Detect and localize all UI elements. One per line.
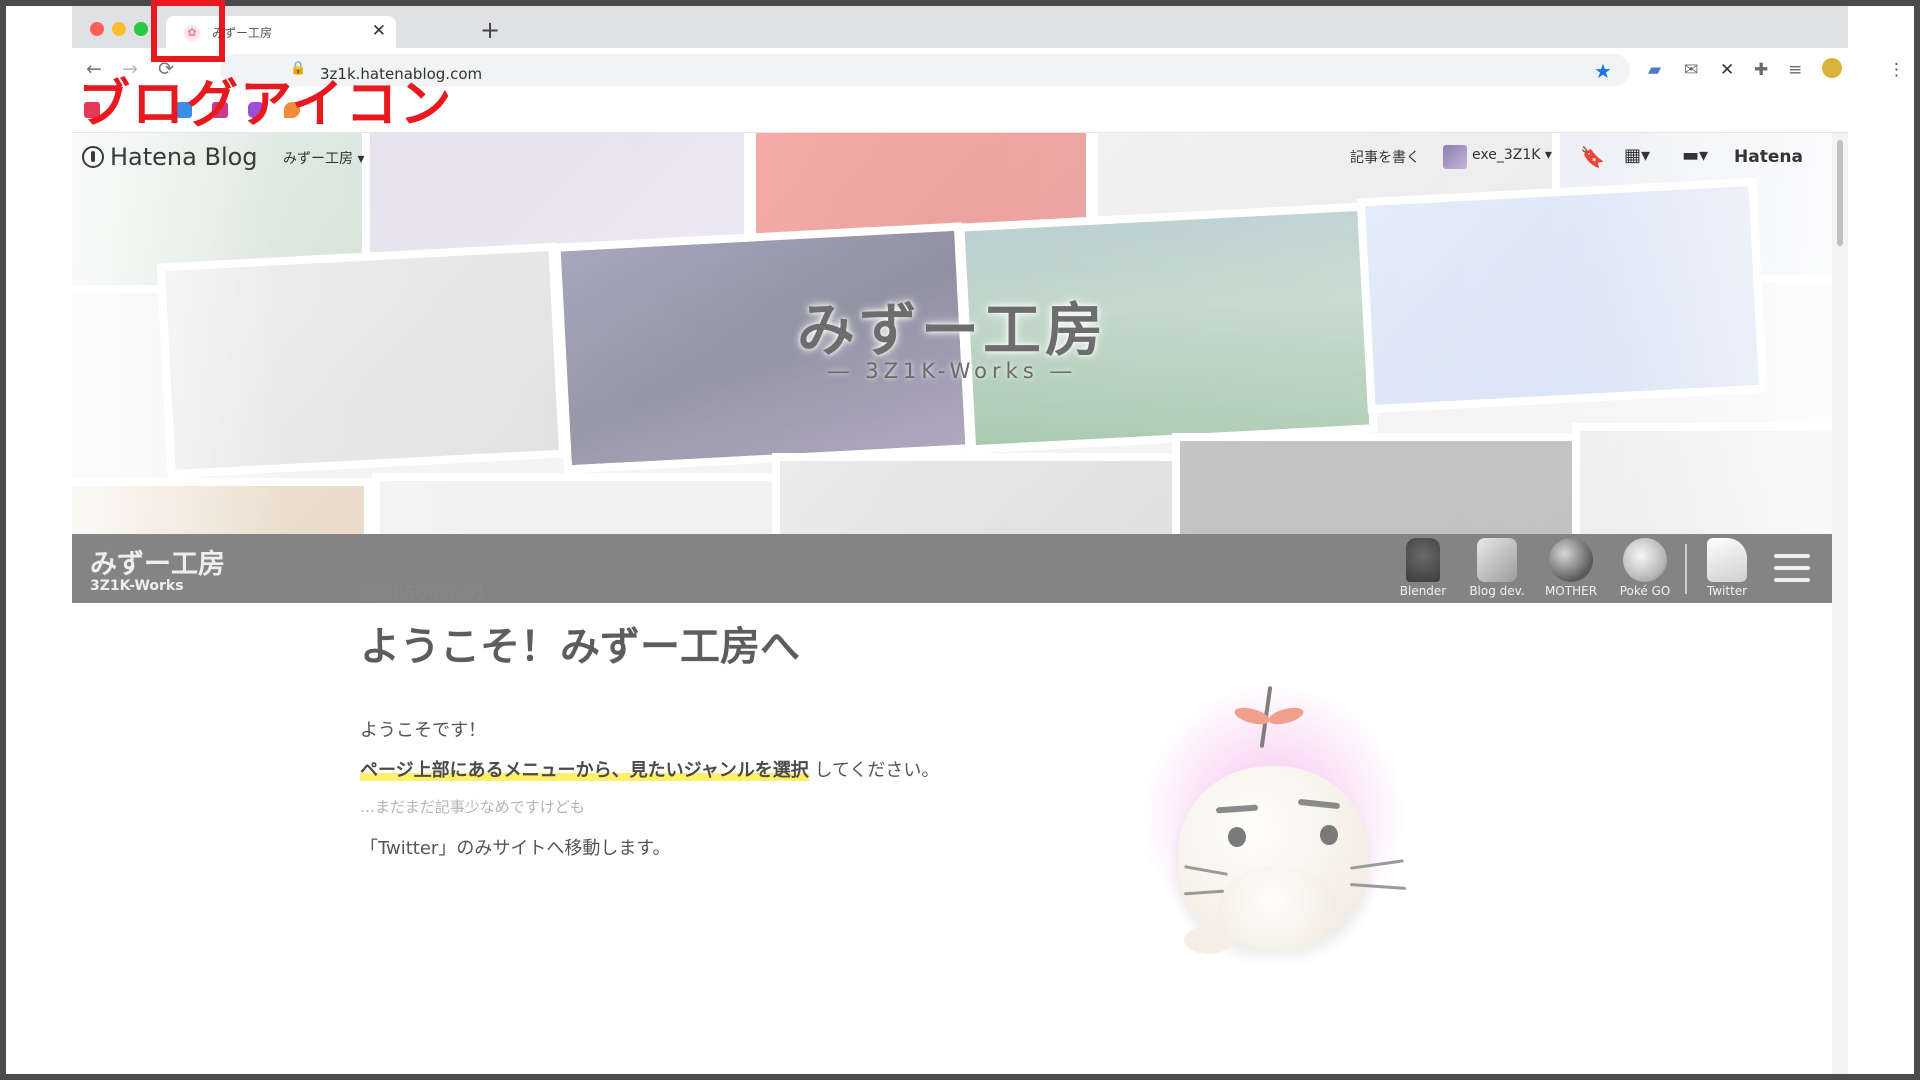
hatena-logo-icon xyxy=(82,146,104,168)
lantern-icon xyxy=(1406,538,1440,582)
post-text: してください。 xyxy=(814,760,940,781)
web-page: みずー工房 ― 3Z1K-Works ― Hatena Blog みずー工房 ▾… xyxy=(72,133,1832,1075)
post-date-text: 2050-01-01 xyxy=(381,583,487,604)
post-note: …まだまだ記事少なめですけども xyxy=(360,798,585,816)
scrollbar-thumb[interactable] xyxy=(1837,140,1843,246)
hatena-blog-logo-text: Hatena Blog xyxy=(110,143,258,171)
write-article-link[interactable]: 記事を書く xyxy=(1350,147,1420,167)
close-window-button[interactable] xyxy=(90,22,104,36)
notifications-icon[interactable]: ▬▾ xyxy=(1682,145,1708,166)
browser-tabstrip: ✿ みずー工房 ✕ + xyxy=(72,6,1848,48)
more-icon[interactable]: ⋮ xyxy=(1888,60,1905,80)
mail-icon[interactable]: ✉ xyxy=(1684,60,1698,80)
site-title[interactable]: みずー工房 xyxy=(90,542,225,581)
nav-blog-dev[interactable]: Blog dev. xyxy=(1462,538,1532,598)
nav-twitter[interactable]: Twitter xyxy=(1692,538,1762,598)
nav-label: Blog dev. xyxy=(1469,584,1525,598)
zoom-window-button[interactable] xyxy=(134,22,148,36)
puzzle-icon[interactable]: ✚ xyxy=(1754,60,1768,80)
mascot-eye xyxy=(1228,827,1246,847)
nav-label: Twitter xyxy=(1706,584,1748,598)
nav-label: Poké GO xyxy=(1619,584,1671,598)
pen-icon xyxy=(1477,538,1517,582)
mascot-paw xyxy=(1184,926,1232,954)
star-icon[interactable]: ★ xyxy=(1594,59,1612,83)
new-tab-button[interactable]: + xyxy=(480,16,500,44)
post-paragraph: ページ上部にあるメニューから、見たいジャンルを選択 してください。 xyxy=(360,756,939,782)
globe-icon xyxy=(1549,538,1593,582)
user-menu-dropdown[interactable]: exe_3Z1K ▾ xyxy=(1472,147,1552,163)
tool-icon[interactable]: ✕ xyxy=(1720,60,1734,80)
profile-icon[interactable] xyxy=(1822,58,1842,78)
minimize-window-button[interactable] xyxy=(112,22,126,36)
mascot-eye xyxy=(1320,825,1338,845)
annotation-box xyxy=(151,0,225,62)
annotation-label: ブログアイコン xyxy=(78,75,454,135)
quill-icon xyxy=(1707,538,1747,582)
post-paragraph: 「Twitter」のみサイトへ移動します。 xyxy=(360,838,671,859)
hero-subtitle: ― 3Z1K-Works ― xyxy=(827,359,1077,383)
playlist-icon[interactable]: ≡ xyxy=(1788,60,1802,80)
apps-grid-icon[interactable]: ▦▾ xyxy=(1624,145,1650,166)
nav-label: Blender xyxy=(1399,584,1447,598)
hatena-link[interactable]: Hatena xyxy=(1734,147,1803,167)
chat-icon[interactable]: ▰ xyxy=(1648,60,1661,80)
hero-title: みずー工房 xyxy=(796,296,1107,364)
hatena-blog-logo[interactable]: Hatena Blog xyxy=(82,143,258,171)
hero-banner: みずー工房 ― 3Z1K-Works ― Hatena Blog みずー工房 ▾… xyxy=(72,133,1832,534)
highlighted-text: ページ上部にあるメニューから、見たいジャンルを選択 xyxy=(360,760,809,781)
nav-poke-go[interactable]: Poké GO xyxy=(1610,538,1680,598)
site-subtitle: 3Z1K-Works xyxy=(90,578,184,594)
hatena-blog-bar: Hatena Blog みずー工房 ▾ 記事を書く exe_3Z1K ▾ 🔖 ▦… xyxy=(72,133,1832,183)
nav-label: MOTHER xyxy=(1544,584,1598,598)
tab-close-button[interactable]: ✕ xyxy=(372,21,386,41)
bookmark-icon[interactable]: 🔖 xyxy=(1580,145,1605,169)
nav-mother[interactable]: MOTHER xyxy=(1536,538,1606,598)
nav-blender[interactable]: Blender xyxy=(1388,538,1458,598)
post-paragraph: ようこそです！ xyxy=(360,720,486,741)
pokeball-icon xyxy=(1623,538,1667,582)
post-date: ◷ 2050-01-01 xyxy=(360,583,486,604)
blog-menu-dropdown[interactable]: みずー工房 ▾ xyxy=(283,148,364,168)
mascot-muzzle xyxy=(1218,866,1338,951)
post-title[interactable]: ようこそ！みずー工房へ xyxy=(360,614,800,672)
page-scrollbar[interactable] xyxy=(1832,133,1848,1075)
nav-divider xyxy=(1685,544,1687,594)
user-avatar[interactable] xyxy=(1443,145,1467,169)
menu-list-icon[interactable] xyxy=(1774,554,1810,590)
mascot-image xyxy=(1098,641,1438,981)
clock-icon: ◷ xyxy=(360,583,382,604)
site-header-bar: みずー工房 3Z1K-Works Blender Blog dev. MOTHE… xyxy=(72,534,1832,603)
